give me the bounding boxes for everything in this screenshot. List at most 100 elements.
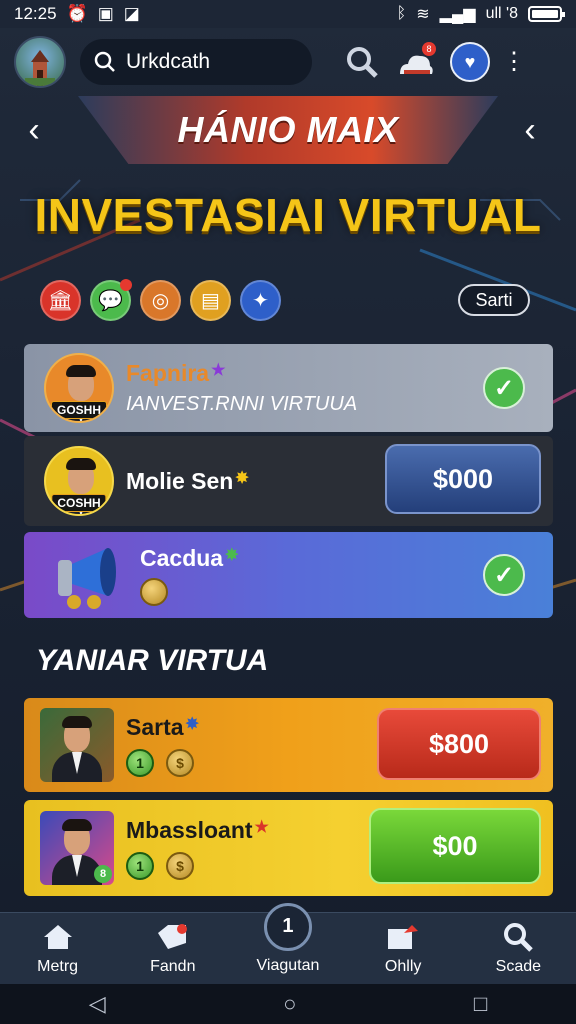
card-3-coins — [140, 577, 239, 606]
system-navigation-bar: ◁ ○ □ — [0, 984, 576, 1024]
card-1-subtitle: IANVEST.RNNI VIRTUUA — [126, 393, 358, 415]
star-icon: ★ — [211, 362, 226, 379]
search-icon — [503, 922, 534, 952]
top-app-bar: Urkdcath 8 ♥ ⋮ — [0, 30, 576, 94]
green-coin-icon: 1 — [126, 851, 154, 880]
nav-item-viagutan[interactable]: 1 Viagutan — [240, 902, 336, 975]
chat-category-icon[interactable]: 💬 — [90, 279, 132, 321]
price-button[interactable]: $000 — [385, 444, 541, 514]
status-text: ull '8 — [485, 5, 518, 22]
search-value: Urkdcath — [126, 50, 211, 73]
nav-item-ohlly[interactable]: Ohlly — [355, 922, 451, 976]
star-icon: ✸ — [185, 715, 199, 733]
card-1-name: Fapnira — [126, 360, 210, 386]
offer-1-coins: 1 $ — [126, 748, 199, 777]
nav-label-ohlly: Ohlly — [384, 957, 422, 975]
gallery-icon: ▣ — [97, 4, 114, 23]
magnifier-icon — [347, 47, 378, 78]
offer-1-price-button[interactable]: $800 — [377, 708, 541, 780]
card-1-badge: GOSHH — [50, 401, 108, 419]
coin-icon — [140, 577, 168, 606]
investment-card-3[interactable]: Cacdua ✸ ✓ — [24, 532, 553, 618]
tag-icon — [156, 922, 190, 952]
check-icon[interactable]: ✓ — [483, 554, 525, 596]
more-menu-button[interactable]: ⋮ — [502, 42, 526, 82]
compass-category-icon[interactable]: ✦ — [240, 280, 281, 321]
investment-card-2[interactable]: COSHH Molie Sen ✸ $000 — [24, 436, 553, 526]
category-icons: 🏛 💬 ◎ ▤ ✦ — [40, 279, 281, 321]
wifi-icon: ≋ — [416, 6, 430, 23]
page-title: INVESTASIAI VIRTUAL — [34, 189, 542, 241]
coin-category-icon[interactable]: ◎ — [140, 280, 181, 321]
bluetooth-icon: ᛒ — [396, 5, 407, 22]
card-2-avatar: COSHH — [44, 446, 114, 516]
nav-label-home: Metrg — [37, 957, 79, 975]
more-vert-icon: ⋮ — [502, 48, 526, 75]
header-banner: HÁNIO MAIX — [0, 96, 576, 164]
offer-card-2[interactable]: 8 Mbassloant ★ 1 $ $00 — [24, 800, 553, 896]
card-2-text: Molie Sen ✸ — [126, 468, 249, 495]
section-title: YANIAR VIRTUA — [36, 644, 269, 677]
card-2-name: Molie Sen — [126, 467, 234, 494]
card-3-text: Cacdua ✸ — [140, 545, 239, 606]
filter-chip[interactable]: Sarti — [458, 284, 530, 316]
dollar-coin-icon: $ — [166, 851, 194, 880]
offer-2-coins: 1 $ — [126, 851, 269, 880]
offer-2-text: Mbassloant ★ 1 $ — [126, 817, 269, 880]
nav-item-home[interactable]: Metrg — [10, 922, 106, 976]
back-triangle-icon[interactable]: ◁ — [89, 991, 106, 1017]
banner-title: HÁNIO MAIX — [177, 109, 399, 150]
status-time: 12:25 — [14, 4, 57, 23]
heart-icon: ♥ — [464, 51, 476, 72]
notification-m-icon: ◪ — [123, 4, 140, 23]
offer-1-avatar — [40, 708, 114, 782]
star-icon: ✸ — [225, 546, 239, 564]
nav-item-scade[interactable]: Scade — [470, 922, 566, 976]
card-3-name: Cacdua — [140, 544, 224, 571]
chat-badge — [120, 279, 132, 291]
battery-icon — [528, 6, 565, 22]
offer-2-name: Mbassloant — [126, 816, 253, 843]
notification-badge: 8 — [422, 42, 436, 56]
investment-card-1[interactable]: GOSHH Fapnira ★ IANVEST.RNNI VIRTUUA ✓ — [24, 344, 553, 432]
megaphone-icon — [58, 548, 116, 609]
alarm-icon: ⏰ — [66, 4, 88, 23]
status-left: 12:25 ⏰ ▣ ◪ — [14, 4, 140, 24]
home-circle-icon[interactable]: ○ — [283, 991, 296, 1017]
document-category-icon[interactable]: ▤ — [190, 280, 231, 321]
nav-label-scade: Scade — [495, 957, 542, 975]
nav-label-viagutan: Viagutan — [256, 956, 320, 974]
status-bar: 12:25 ⏰ ▣ ◪ ᛒ ≋ ▂▄▆ ull '8 — [0, 0, 576, 28]
nav-label-fandn: Fandn — [150, 957, 196, 975]
check-icon[interactable]: ✓ — [483, 367, 525, 409]
offer-2-avatar-badge: 8 — [94, 865, 112, 883]
bank-category-icon[interactable]: 🏛 — [40, 280, 81, 321]
status-right: ᛒ ≋ ▂▄▆ ull '8 — [396, 4, 565, 24]
offer-2-avatar: 8 — [40, 811, 114, 885]
profile-avatar[interactable] — [14, 36, 66, 88]
search-button[interactable] — [342, 42, 382, 82]
search-input[interactable]: Urkdcath — [80, 39, 312, 85]
back-chevron-icon[interactable]: ‹ — [14, 110, 54, 150]
star-icon: ✸ — [235, 469, 249, 487]
number-icon: 1 — [263, 902, 312, 951]
castle-icon — [25, 50, 55, 86]
star-icon: ★ — [254, 818, 269, 836]
dollar-coin-icon: $ — [166, 748, 194, 777]
card-1-avatar: GOSHH — [44, 353, 114, 423]
green-coin-icon: 1 — [126, 748, 154, 777]
recents-square-icon[interactable]: □ — [474, 991, 487, 1017]
offer-2-price-button[interactable]: $00 — [369, 808, 541, 884]
nav-item-fandn[interactable]: Fandn — [125, 922, 221, 976]
offer-card-1[interactable]: Sarta ✸ 1 $ $800 — [24, 698, 553, 792]
prev-chevron-icon[interactable]: ‹ — [510, 110, 550, 150]
search-icon — [94, 51, 115, 72]
card-2-badge: COSHH — [51, 494, 107, 512]
bottom-navigation: Metrg Fandn 1 Viagutan Ohlly Scade — [0, 902, 576, 984]
home-icon — [42, 922, 74, 952]
offer-1-text: Sarta ✸ 1 $ — [126, 714, 199, 777]
card-1-text: Fapnira ★ IANVEST.RNNI VIRTUUA — [126, 360, 357, 416]
card-3-megaphone-illustration — [44, 540, 130, 610]
notifications-button[interactable]: 8 — [396, 42, 436, 82]
heart-profile-button[interactable]: ♥ — [450, 42, 490, 82]
